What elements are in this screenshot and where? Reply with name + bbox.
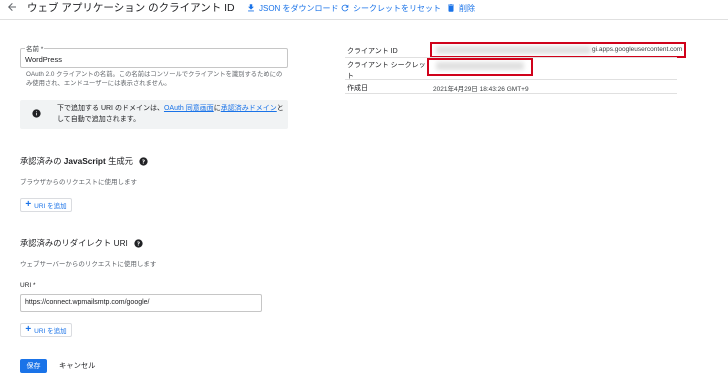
download-json-label: JSON をダウンロード (259, 3, 339, 13)
add-js-origin-uri-button[interactable]: + URI を追加 (20, 198, 72, 212)
js-origins-title: 承認済みの JavaScript 生成元 ? (20, 155, 148, 167)
js-origins-title-suffix: 生成元 (105, 156, 133, 166)
name-field-help: OAuth 2.0 クライアントの名前。この名前はコンソールでクライアントを識別… (26, 71, 283, 87)
authorized-domains-link[interactable]: 承認済みドメイン (221, 105, 277, 112)
created-value: 2021年4月29日 18:43:26 GMT+9 (433, 86, 529, 93)
back-arrow-icon[interactable] (6, 1, 18, 13)
reset-secret-label: シークレットをリセット (353, 3, 441, 13)
js-origins-desc: ブラウザからのリクエストに使用します (20, 179, 137, 186)
details-divider (345, 79, 677, 80)
plus-icon: + (25, 199, 32, 210)
svg-text:?: ? (142, 159, 145, 165)
info-banner-text: 下で追加する URI のドメインは、OAuth 同意画面に承認済みドメインとして… (57, 103, 285, 125)
help-icon[interactable]: ? (134, 238, 143, 248)
refresh-icon (341, 4, 349, 12)
delete-label: 削除 (459, 3, 475, 13)
oauth-consent-link[interactable]: OAuth 同意画面 (164, 105, 214, 112)
download-icon (248, 4, 254, 12)
name-field-label: 名前 * (25, 43, 45, 53)
redirect-uri-value[interactable]: https://connect.wpmailsmtp.com/google/ (25, 299, 150, 306)
add-js-origin-label: URI を追加 (34, 203, 67, 210)
page-title: ウェブ アプリケーション のクライアント ID (27, 2, 235, 14)
add-redirect-uri-label: URI を追加 (34, 328, 67, 335)
redirect-uris-title: 承認済みのリダイレクト URI ? (20, 237, 143, 249)
trash-icon (448, 4, 454, 12)
redirect-uris-desc: ウェブサーバーからのリクエストに使用します (20, 261, 157, 268)
top-app-bar: ウェブ アプリケーション のクライアント ID JSON をダウンロード シーク… (0, 0, 728, 18)
header-divider (0, 19, 728, 20)
js-origins-title-prefix: 承認済みの (20, 156, 64, 166)
uri-field-label: URI * (20, 282, 36, 289)
save-button[interactable]: 保存 (20, 359, 47, 373)
client-secret-highlight (427, 58, 533, 76)
delete-button[interactable]: 削除 (446, 2, 475, 14)
js-origins-title-bold: JavaScript (63, 156, 106, 166)
help-icon[interactable]: ? (139, 156, 148, 166)
created-label: 作成日 (347, 85, 368, 92)
info-text-part: 下で追加する URI のドメインは、 (57, 105, 164, 112)
client-id-label: クライアント ID (347, 48, 398, 55)
add-redirect-uri-button[interactable]: + URI を追加 (20, 323, 72, 337)
reset-secret-button[interactable]: シークレットをリセット (340, 2, 441, 14)
redirect-uris-title-text: 承認済みのリダイレクト URI (20, 238, 128, 248)
cancel-button[interactable]: キャンセル (59, 361, 95, 371)
info-icon (32, 109, 41, 118)
plus-icon: + (25, 324, 32, 335)
info-text-part: に (213, 105, 221, 112)
svg-text:?: ? (137, 241, 140, 247)
client-id-highlight (430, 42, 686, 58)
name-field-value[interactable]: WordPress (25, 55, 62, 64)
details-divider (345, 93, 677, 94)
download-json-button[interactable]: JSON をダウンロード (246, 2, 339, 14)
